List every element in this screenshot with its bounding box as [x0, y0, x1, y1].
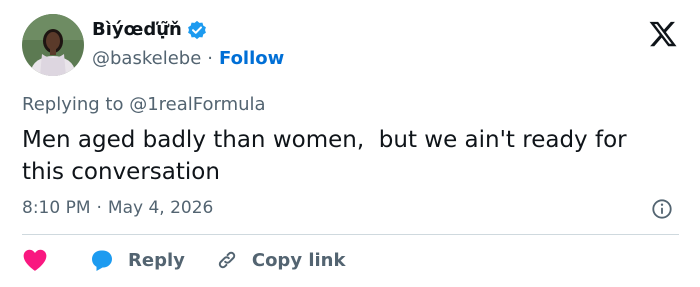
replying-to-handle[interactable]: @1realFormula [129, 94, 265, 115]
x-logo-icon[interactable] [648, 19, 678, 49]
tweet-time: 8:10 PM [22, 198, 91, 218]
author-handle[interactable]: @baskelebe [92, 48, 201, 69]
reply-label: Reply [128, 249, 185, 271]
author-display-name[interactable]: Bìýœďự̃ň [92, 19, 182, 40]
replying-to-prefix: Replying to [22, 94, 130, 115]
handle-separator: · [207, 48, 213, 69]
author-handle-row: @baskelebe · Follow [92, 48, 284, 69]
avatar[interactable] [22, 14, 84, 76]
action-bar: Reply Copy link [22, 246, 345, 274]
link-icon [218, 251, 236, 269]
tweet-timestamp[interactable]: 8:10 PM · May 4, 2026 [22, 198, 213, 218]
replying-to-line: Replying to @1realFormula [22, 94, 266, 115]
info-icon[interactable] [651, 198, 673, 220]
follow-button[interactable]: Follow [219, 48, 284, 69]
tweet-text: Men aged badly than women, but we ain't … [22, 127, 634, 185]
avatar-image [22, 14, 84, 76]
reply-button[interactable]: Reply [90, 249, 185, 272]
like-button[interactable] [22, 248, 50, 272]
verified-badge-icon [187, 20, 207, 40]
divider [22, 234, 679, 235]
tweet-date: May 4, 2026 [107, 198, 214, 218]
copy-link-label: Copy link [251, 249, 346, 271]
heart-icon [23, 249, 47, 271]
author-name-row: Bìýœďự̃ň [92, 19, 207, 40]
timestamp-separator: · [96, 198, 102, 218]
reply-bubble-icon [92, 250, 112, 271]
copy-link-button[interactable]: Copy link [215, 248, 346, 272]
